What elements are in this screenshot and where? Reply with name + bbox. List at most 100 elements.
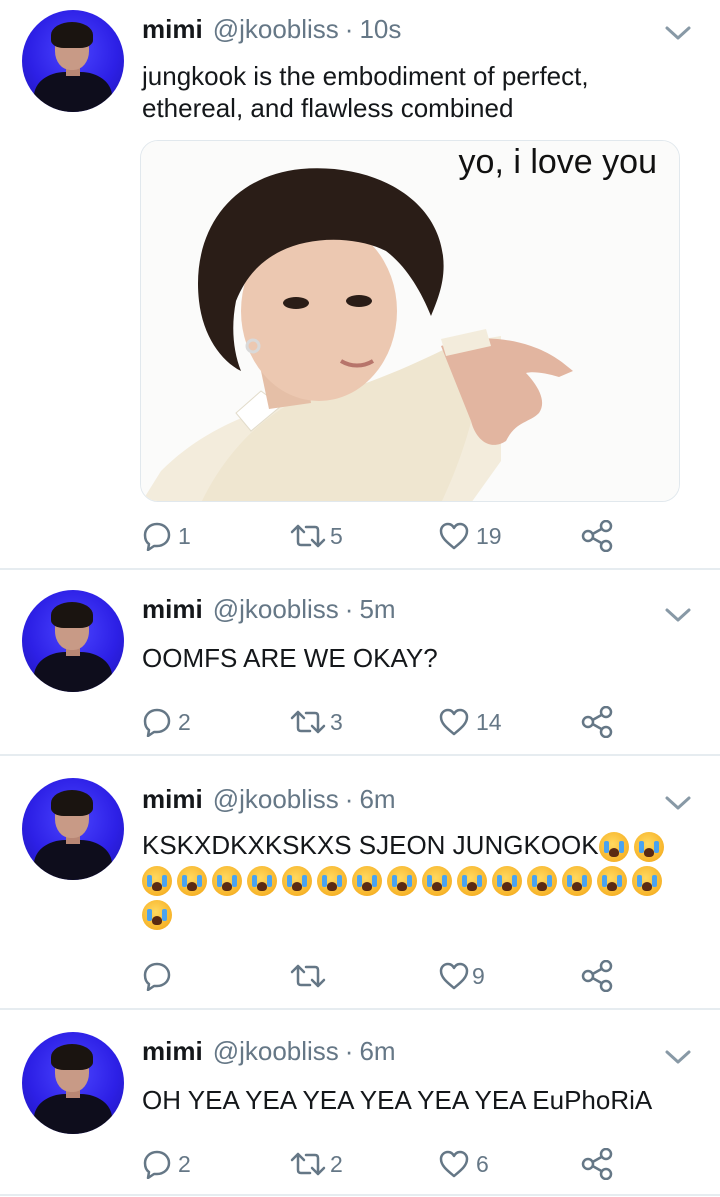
retweet-button[interactable] [288,956,334,996]
tweet[interactable]: mimi @jkoobliss · 5m OOMFS ARE WE OKAY? … [0,570,720,754]
author-name[interactable]: mimi [142,1036,203,1067]
reply-icon [143,522,171,551]
tweet-text: KSKXDKXKSKXS SJEON JUNGKOOK [142,830,599,860]
avatar[interactable] [22,1032,124,1134]
avatar-hair [51,1044,93,1070]
loudly-crying-face-icon [598,832,629,863]
tweet[interactable]: mimi @jkoobliss · 6m OH YEA YEA YEA YEA … [0,1010,720,1197]
share-icon [581,706,613,738]
reply-button[interactable]: 2 [142,702,191,742]
avatar-hair [51,602,93,628]
loudly-crying-face-icon [597,866,627,897]
tweet-header: mimi @jkoobliss · 6m [142,784,396,816]
like-count: 9 [472,962,485,989]
retweet-icon [290,964,326,988]
reply-count: 2 [178,1150,191,1177]
tweet-actions: 2 2 6 [0,1144,720,1184]
share-button[interactable] [580,956,614,996]
reply-button[interactable] [142,956,178,996]
author-name[interactable]: mimi [142,594,203,625]
author-name[interactable]: mimi [142,14,203,45]
loudly-crying-face-icon [142,900,172,931]
share-button[interactable] [580,516,614,556]
avatar-hair [51,790,93,816]
retweet-button[interactable]: 5 [288,516,343,556]
chevron-down-icon[interactable] [664,1048,692,1066]
timestamp[interactable]: 6m [359,1036,395,1067]
reply-button[interactable]: 1 [142,516,191,556]
reply-button[interactable]: 2 [142,1144,191,1184]
avatar-body [34,72,112,112]
tweet[interactable]: mimi @jkoobliss · 10s jungkook is the em… [0,0,720,568]
author-handle[interactable]: @jkoobliss [213,594,339,625]
separator: · [344,784,354,814]
tweet-header: mimi @jkoobliss · 6m [142,1036,396,1068]
separator: · [344,594,354,624]
chevron-down-icon[interactable] [664,24,692,42]
tweet-text: jungkook is the embodiment of perfect, e… [142,61,589,123]
timestamp[interactable]: 10s [359,14,401,45]
retweet-icon [290,1152,326,1176]
tweet-actions: 1 5 19 [0,516,720,556]
avatar[interactable] [22,10,124,112]
reply-icon [143,962,171,991]
avatar-body [34,652,112,692]
avatar-body [34,1094,112,1134]
retweet-icon [290,524,326,548]
loudly-crying-face-icon [492,866,522,897]
timestamp[interactable]: 6m [359,784,395,815]
loudly-crying-face-icon [387,866,417,897]
avatar[interactable] [22,590,124,692]
like-button[interactable]: 14 [438,702,502,742]
author-handle[interactable]: @jkoobliss [213,1036,339,1067]
loudly-crying-face-icon [142,866,172,897]
reply-count: 2 [178,708,191,735]
loudly-crying-face-icon [422,866,452,897]
loudly-crying-face-icon [527,866,557,897]
retweet-count: 3 [330,708,343,735]
tweet-text: OOMFS ARE WE OKAY? [142,643,438,673]
tweet-actions: 2 3 14 [0,702,720,742]
tweet[interactable]: mimi @jkoobliss · 6m KSKXDKXKSKXS SJEON … [0,756,720,1008]
reply-count: 1 [178,522,191,549]
tweet-text: OH YEA YEA YEA YEA YEA YEA EuPhoRiA [142,1085,653,1115]
like-button[interactable]: 9 [438,956,485,996]
share-button[interactable] [580,1144,614,1184]
divider [0,1194,720,1196]
chevron-down-icon[interactable] [664,606,692,624]
like-count: 14 [476,708,502,735]
tweet-media[interactable]: yo, i love you [140,140,680,502]
retweet-count: 5 [330,522,343,549]
retweet-button[interactable]: 3 [288,702,343,742]
like-count: 19 [476,522,502,549]
loudly-crying-face-icon [562,866,592,897]
like-count: 6 [476,1150,489,1177]
loudly-crying-face-icon [247,866,277,897]
author-handle[interactable]: @jkoobliss [213,784,339,815]
avatar-hair [51,22,93,48]
timestamp[interactable]: 5m [359,594,395,625]
reply-icon [143,708,171,737]
media-caption: yo, i love you [458,143,657,181]
like-button[interactable]: 19 [438,516,502,556]
author-handle[interactable]: @jkoobliss [213,14,339,45]
author-name[interactable]: mimi [142,784,203,815]
reply-icon [143,1150,171,1179]
retweet-icon [290,710,326,734]
like-button[interactable]: 6 [438,1144,489,1184]
heart-icon [439,522,469,550]
separator: · [344,1036,354,1066]
share-button[interactable] [580,702,614,742]
tweet-header: mimi @jkoobliss · 5m [142,594,396,626]
loudly-crying-face-icon [317,866,347,897]
avatar[interactable] [22,778,124,880]
heart-icon [439,1150,469,1178]
avatar-body [34,840,112,880]
share-icon [581,1148,613,1180]
loudly-crying-face-icon [633,832,664,863]
loudly-crying-face-icon [632,866,662,897]
retweet-button[interactable]: 2 [288,1144,343,1184]
tweet-text-block: KSKXDKXKSKXS SJEON JUNGKOOK [142,828,700,931]
chevron-down-icon[interactable] [664,794,692,812]
loudly-crying-face-icon [177,866,207,897]
